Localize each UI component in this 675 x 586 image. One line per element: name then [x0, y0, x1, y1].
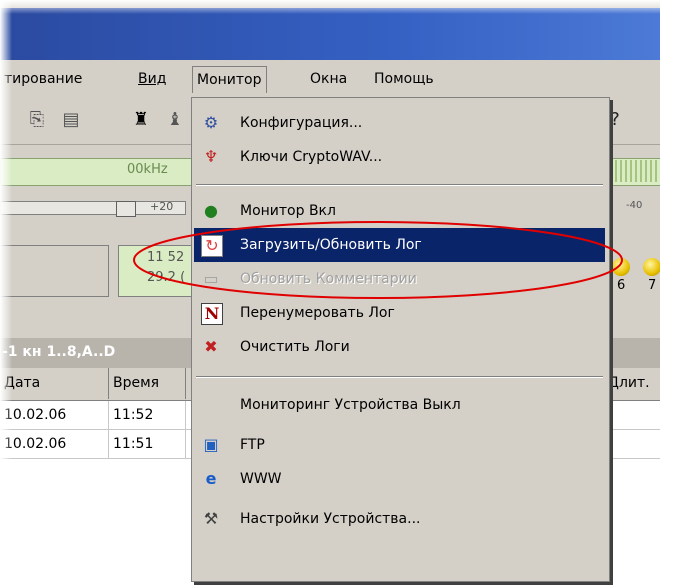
- menu-item-www[interactable]: e WWW: [194, 462, 605, 496]
- cell-date: 10.02.06: [0, 401, 109, 429]
- menu-item-ftp[interactable]: ▣ FTP: [194, 428, 605, 462]
- scale-right-label: -40: [626, 200, 643, 211]
- clear-logs-icon: ✖: [204, 337, 218, 356]
- menu-help[interactable]: Помощь: [370, 68, 438, 90]
- renumber-icon: N: [201, 303, 223, 325]
- menu-separator: [196, 376, 603, 378]
- copy-icon[interactable]: ⎘: [26, 109, 48, 131]
- menu-bar: тирование Вид Монитор Окна Помощь: [0, 60, 660, 99]
- column-duration[interactable]: Длит.: [604, 368, 660, 399]
- configuration-icon: ⚙: [203, 113, 219, 132]
- log-grid-title-text: -1 кн 1..8,A..D: [2, 344, 116, 360]
- monitor-dropdown-menu: ⚙ Конфигурация... ♆ Ключи CryptoWAV... ●…: [191, 97, 610, 582]
- menu-view[interactable]: Вид: [134, 68, 170, 90]
- title-bar[interactable]: [0, 8, 660, 60]
- www-icon: e: [205, 469, 217, 488]
- menu-item-clear-logs[interactable]: ✖ Очистить Логи: [194, 330, 605, 364]
- menu-item-device-monitoring-off[interactable]: Мониторинг Устройства Выкл: [194, 388, 605, 422]
- crypto-keys-icon: ♆: [203, 147, 219, 166]
- menu-windows[interactable]: Окна: [306, 68, 351, 90]
- scale-label: +20: [150, 200, 174, 213]
- device-settings-icon: ⚒: [203, 509, 219, 528]
- frequency-label: 00kHz: [127, 162, 168, 177]
- cell-time: 11:52: [109, 401, 186, 429]
- menu-separator: [196, 184, 603, 186]
- status-box: [0, 245, 109, 297]
- indicator-bulb-icon: [643, 258, 660, 276]
- menu-editing[interactable]: тирование: [0, 68, 86, 90]
- binoculars-icon[interactable]: ♜: [130, 109, 152, 131]
- ftp-icon: ▣: [203, 435, 219, 454]
- column-date[interactable]: Дата: [0, 368, 109, 399]
- annotation-ellipse: [133, 221, 623, 299]
- cell-date: 10.02.06: [0, 430, 109, 458]
- indicator-label-7: 7: [648, 278, 657, 293]
- fade-top: [0, 0, 675, 14]
- paste-icon[interactable]: ▤: [60, 109, 82, 131]
- menu-item-device-settings[interactable]: ⚒ Настройки Устройства...: [194, 502, 605, 536]
- menu-item-configuration[interactable]: ⚙ Конфигурация...: [194, 106, 605, 140]
- scale-button[interactable]: [116, 201, 136, 217]
- find-icon[interactable]: ♝: [164, 109, 186, 131]
- menu-monitor[interactable]: Монитор: [192, 66, 267, 93]
- cell-time: 11:51: [109, 430, 186, 458]
- menu-item-crypto-keys[interactable]: ♆ Ключи CryptoWAV...: [194, 140, 605, 174]
- column-time[interactable]: Время: [109, 368, 186, 399]
